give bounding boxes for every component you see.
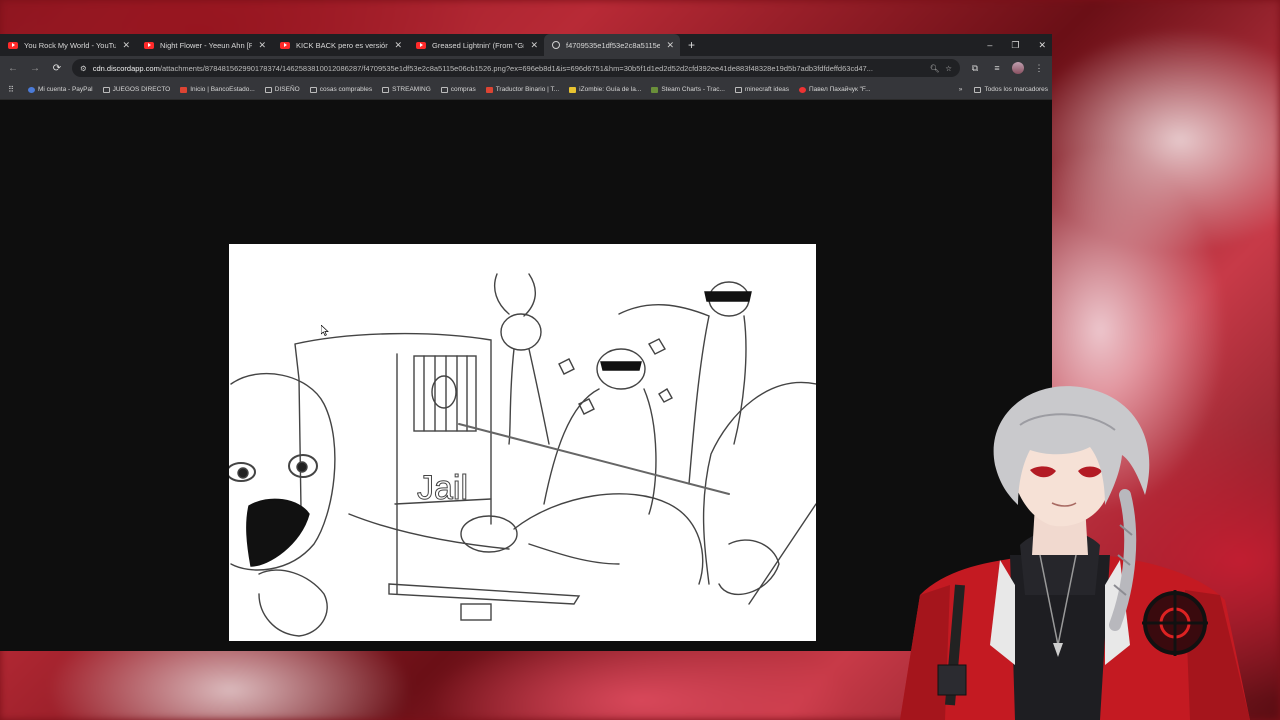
tab-title: KICK BACK pero es versión SAL [296,40,389,50]
bookmark-label: iZombie: Guía de la... [579,86,642,93]
url-text: cdn.discordapp.com/attachments/878481562… [93,64,924,73]
sketch-drawing: Jail [229,273,816,637]
bookmark-label: cosas comprables [319,86,373,93]
reload-icon[interactable]: ⟳ [50,63,64,74]
forward-arrow-icon[interactable]: → [28,63,42,74]
folder-icon [440,86,448,93]
url-path: /attachments/878481562990178374/14625838… [159,63,873,73]
paypal-icon [28,86,35,93]
bookmark-label: minecraft ideas [744,86,789,93]
folder-icon [102,86,110,93]
tab-greased-lightnin[interactable]: Greased Lightnin' (From "Grea ✕ [408,34,544,56]
youtube-icon [416,41,426,49]
bookmark-traductor-binario[interactable]: Traductor Binario | T... [485,86,560,93]
jail-sign: Jail [417,469,468,507]
bookmarks-overflow-chevron-icon[interactable]: » [959,86,963,93]
tab-title: Night Flower - Yeeun Ahn [Pin [160,40,253,50]
site-info-icon[interactable]: ⚙ [80,64,87,73]
menu-kebab-icon[interactable]: ⋮ [1032,63,1046,74]
bookmark-juegos-directo[interactable]: JUEGOS DIRECTO [102,86,171,93]
folder-icon [734,86,742,93]
globe-icon [552,41,560,49]
tab-title: Greased Lightnin' (From "Grea [432,40,525,50]
bookmark-paypal[interactable]: Mi cuenta - PayPal [28,86,93,93]
navigation-toolbar: ← → ⟳ ⚙ cdn.discordapp.com/attachments/8… [0,56,1052,80]
bookmarks-bar: ⠿ Mi cuenta - PayPal JUEGOS DIRECTO Inic… [0,80,1052,100]
steam-icon [651,86,659,93]
tab-kick-back[interactable]: KICK BACK pero es versión SAL ✕ [272,34,408,56]
extensions-icon[interactable]: ⧉ [968,63,982,74]
bookmark-star-icon[interactable]: ☆ [945,64,952,73]
maximize-button[interactable]: ❐ [1011,40,1019,51]
youtube-icon [280,41,290,49]
bookmark-cosas-comprables[interactable]: cosas comprables [309,86,373,93]
all-bookmarks-folder[interactable]: Todos los marcadores [974,86,1048,93]
bookmark-label: DISEÑO [274,86,300,93]
close-tab-icon[interactable]: ✕ [530,40,538,51]
folder-icon [382,86,390,93]
youtube-icon [798,86,806,93]
url-host: cdn.discordapp.com [92,63,160,73]
site-icon [569,86,577,93]
tab-you-rock-my-world[interactable]: You Rock My World - YouTube ✕ [0,34,136,56]
close-window-button[interactable]: ✕ [1038,40,1046,51]
bookmark-label: STREAMING [392,86,431,93]
bank-icon [180,86,188,93]
apps-grid-icon[interactable]: ⠿ [4,85,18,94]
bookmark-minecraft-ideas[interactable]: minecraft ideas [734,86,789,93]
all-bookmarks-label: Todos los marcadores [984,86,1048,93]
vtuber-avatar [900,386,1250,720]
bookmark-compras[interactable]: compras [440,86,476,93]
bookmark-label: Mi cuenta - PayPal [38,86,93,93]
folder-icon [974,86,982,93]
bookmark-label: JUEGOS DIRECTO [112,86,171,93]
window-controls: – ❐ ✕ [987,34,1046,56]
youtube-icon [8,41,18,49]
bookmark-izombie[interactable]: iZombie: Guía de la... [569,86,641,93]
bookmark-diseno[interactable]: DISEÑO [264,86,300,93]
tab-title: You Rock My World - YouTube [24,40,117,50]
close-tab-icon[interactable]: ✕ [666,40,674,51]
bookmark-steam-charts[interactable]: Steam Charts - Trac... [651,86,725,93]
bookmark-label: compras [450,86,476,93]
address-bar[interactable]: ⚙ cdn.discordapp.com/attachments/8784815… [72,59,960,77]
bookmark-label: Steam Charts - Trac... [661,86,725,93]
mouse-cursor-icon [321,325,329,336]
folder-icon [264,86,272,93]
tab-strip: You Rock My World - YouTube ✕ Night Flow… [0,34,1052,56]
tab-night-flower[interactable]: Night Flower - Yeeun Ahn [Pin ✕ [136,34,272,56]
media-controls-icon[interactable]: ≡ [990,63,1004,73]
bookmark-pavel[interactable]: Павел Пахайчук "F... [798,86,871,93]
bookmark-label: Traductor Binario | T... [495,86,560,93]
bookmark-streaming[interactable]: STREAMING [382,86,431,93]
close-tab-icon[interactable]: ✕ [394,40,402,51]
bookmark-label: Павел Пахайчук "F... [808,86,871,93]
profile-avatar[interactable] [1012,62,1024,74]
close-tab-icon[interactable]: ✕ [258,40,266,51]
minimize-button[interactable]: – [987,40,992,50]
bookmark-bancoestado[interactable]: Inicio | BancoEstado... [180,86,255,93]
close-tab-icon[interactable]: ✕ [122,40,130,51]
tab-discord-image[interactable]: f4709535e1df53e2c8a5115e06c ✕ [544,34,680,56]
bookmark-label: Inicio | BancoEstado... [190,86,255,93]
back-arrow-icon[interactable]: ← [6,63,20,74]
displayed-image[interactable]: Jail [229,244,816,641]
folder-icon [309,86,317,93]
new-tab-button[interactable]: + [688,38,695,52]
zoom-icon[interactable]: 🔍︎ [930,64,940,73]
youtube-icon [144,41,154,49]
translator-icon [485,86,493,93]
tab-title: f4709535e1df53e2c8a5115e06c [566,40,661,50]
